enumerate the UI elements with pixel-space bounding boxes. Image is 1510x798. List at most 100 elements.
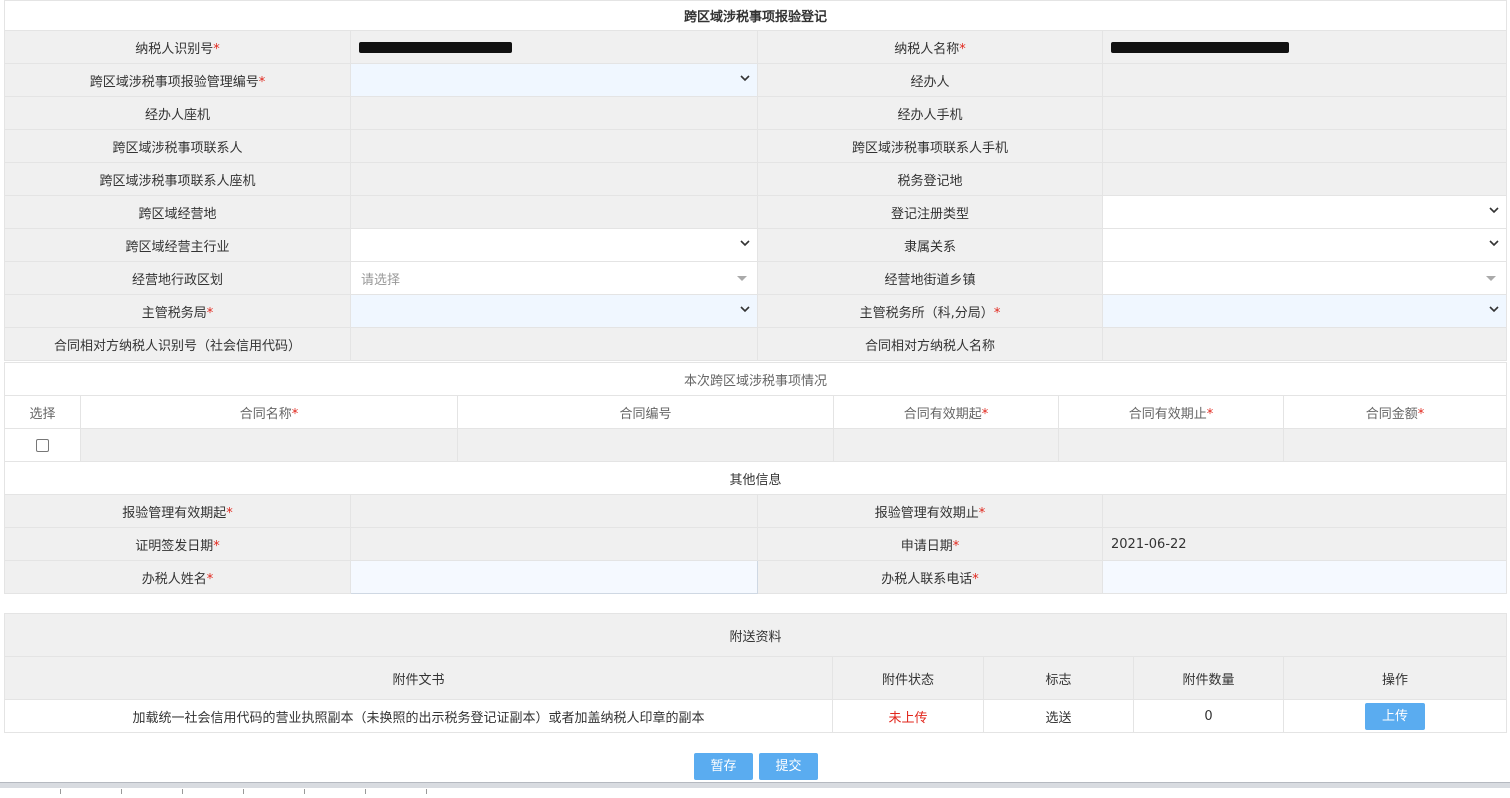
registration-form: 跨区域涉税事项报验登记 纳税人识别号* 纳税人名称* 跨区域涉税事项报验管理编号… bbox=[3, 0, 1508, 361]
other-info-table: 其他信息 报验管理有效期起* 报验管理有效期止* 证明签发日期* 申请日期* 2… bbox=[3, 461, 1508, 594]
taskbar-item[interactable] bbox=[0, 789, 61, 794]
contract-start-cell[interactable] bbox=[833, 428, 1059, 462]
taxpayer-name-label: 纳税人名称* bbox=[757, 30, 1103, 64]
status-badge: 未上传 bbox=[832, 699, 984, 733]
counterparty-name-value bbox=[1101, 327, 1508, 361]
contact-mobile-label: 跨区域涉税事项联系人手机 bbox=[757, 129, 1103, 163]
attachment-action-cell: 上传 bbox=[1282, 699, 1508, 733]
contact-mobile-value bbox=[1101, 129, 1508, 163]
doc-header: 附件文书 bbox=[4, 656, 833, 700]
chevron-down-icon bbox=[1489, 240, 1499, 247]
contract-end-cell[interactable] bbox=[1058, 428, 1284, 462]
management-number-label: 跨区域涉税事项报验管理编号* bbox=[4, 63, 351, 97]
tax-office-label: 主管税务所（科,分局）* bbox=[757, 294, 1103, 328]
tax-registration-place-value bbox=[1101, 162, 1508, 196]
table-row: 加载统一社会信用代码的营业执照副本（未换照的出示税务登记证副本）或者加盖纳税人印… bbox=[4, 699, 1508, 733]
taskbar-item[interactable] bbox=[366, 789, 427, 794]
redacted-mask bbox=[1111, 41, 1289, 53]
main-industry-label: 跨区域经营主行业 bbox=[4, 228, 351, 262]
handler-landline-value bbox=[350, 96, 758, 130]
agent-phone-label: 办税人联系电话* bbox=[757, 560, 1103, 594]
chevron-down-icon bbox=[740, 75, 750, 82]
affiliation-label: 隶属关系 bbox=[757, 228, 1103, 262]
affiliation-select[interactable] bbox=[1101, 228, 1508, 262]
issue-date-label: 证明签发日期* bbox=[4, 527, 351, 561]
caret-down-icon bbox=[1486, 276, 1497, 281]
tax-bureau-label: 主管税务局* bbox=[4, 294, 351, 328]
admin-division-select[interactable]: 请选择 bbox=[350, 261, 758, 295]
business-location-label: 跨区域经营地 bbox=[4, 195, 351, 229]
registration-type-select[interactable] bbox=[1101, 195, 1508, 229]
contract-amount-header: 合同金额* bbox=[1282, 395, 1508, 429]
contact-person-label: 跨区域涉税事项联系人 bbox=[4, 129, 351, 163]
contract-number-cell[interactable] bbox=[457, 428, 834, 462]
status-header: 附件状态 bbox=[832, 656, 984, 700]
count-header: 附件数量 bbox=[1133, 656, 1284, 700]
chevron-down-icon bbox=[740, 306, 750, 313]
contract-amount-cell[interactable] bbox=[1282, 428, 1508, 462]
taskbar-item[interactable] bbox=[305, 789, 366, 794]
contract-end-header: 合同有效期止* bbox=[1058, 395, 1284, 429]
registration-type-label: 登记注册类型 bbox=[757, 195, 1103, 229]
taskbar-item[interactable] bbox=[183, 789, 244, 794]
save-draft-button[interactable]: 暂存 bbox=[694, 753, 753, 780]
other-section-title: 其他信息 bbox=[3, 461, 1508, 495]
caret-down-icon bbox=[737, 276, 747, 281]
row-select-cell bbox=[4, 428, 81, 462]
validity-end-label: 报验管理有效期止* bbox=[757, 494, 1103, 528]
counterparty-id-value bbox=[350, 327, 758, 361]
redacted-mask bbox=[359, 41, 512, 53]
contract-start-header: 合同有效期起* bbox=[833, 395, 1059, 429]
taskbar-item[interactable] bbox=[122, 789, 183, 794]
action-header: 操作 bbox=[1282, 656, 1508, 700]
validity-start-label: 报验管理有效期起* bbox=[4, 494, 351, 528]
flag-header: 标志 bbox=[983, 656, 1134, 700]
validity-end-value bbox=[1101, 494, 1508, 528]
tax-registration-place-label: 税务登记地 bbox=[757, 162, 1103, 196]
form-title: 跨区域涉税事项报验登记 bbox=[3, 0, 1508, 31]
apply-date-label: 申请日期* bbox=[757, 527, 1103, 561]
submit-button[interactable]: 提交 bbox=[759, 753, 818, 780]
street-town-select[interactable] bbox=[1101, 261, 1508, 295]
row-checkbox[interactable] bbox=[36, 438, 49, 452]
attachments-section-title: 附送资料 bbox=[3, 613, 1508, 657]
tax-office-select[interactable] bbox=[1101, 294, 1508, 328]
contract-name-cell[interactable] bbox=[80, 428, 458, 462]
contract-name-header: 合同名称* bbox=[80, 395, 458, 429]
main-industry-select[interactable] bbox=[350, 228, 758, 262]
apply-date-value: 2021-06-22 bbox=[1101, 527, 1508, 561]
chevron-down-icon bbox=[740, 240, 750, 247]
taxpayer-id-value bbox=[350, 30, 758, 64]
taskbar-item[interactable] bbox=[61, 789, 122, 794]
contact-landline-value bbox=[350, 162, 758, 196]
handler-mobile-label: 经办人手机 bbox=[757, 96, 1103, 130]
attachment-doc-name: 加载统一社会信用代码的营业执照副本（未换照的出示税务登记证副本）或者加盖纳税人印… bbox=[4, 699, 833, 733]
business-location-value bbox=[350, 195, 758, 229]
counterparty-id-label: 合同相对方纳税人识别号（社会信用代码） bbox=[4, 327, 351, 361]
chevron-down-icon bbox=[1489, 306, 1499, 313]
handler-value bbox=[1101, 63, 1508, 97]
select-header: 选择 bbox=[4, 395, 81, 429]
street-town-label: 经营地街道乡镇 bbox=[757, 261, 1103, 295]
tax-bureau-select[interactable] bbox=[350, 294, 758, 328]
attachments-table: 附送资料 附件文书 附件状态 标志 附件数量 操作 加载统一社会信用代码的营业执… bbox=[3, 613, 1508, 733]
admin-division-label: 经营地行政区划 bbox=[4, 261, 351, 295]
validity-start-value bbox=[350, 494, 758, 528]
issue-date-value bbox=[350, 527, 758, 561]
management-number-select[interactable] bbox=[350, 63, 758, 97]
taxpayer-name-value bbox=[1101, 30, 1508, 64]
upload-button[interactable]: 上传 bbox=[1365, 702, 1426, 730]
contracts-section-title: 本次跨区域涉税事项情况 bbox=[3, 362, 1508, 396]
contracts-table: 本次跨区域涉税事项情况 选择 合同名称* 合同编号 合同有效期起* 合同有效期止… bbox=[3, 362, 1508, 462]
taskbar-item[interactable] bbox=[244, 789, 305, 794]
contract-number-header: 合同编号 bbox=[457, 395, 834, 429]
contact-person-value bbox=[350, 129, 758, 163]
attachment-count: 0 bbox=[1133, 699, 1284, 733]
contact-landline-label: 跨区域涉税事项联系人座机 bbox=[4, 162, 351, 196]
agent-name-input[interactable] bbox=[350, 560, 758, 594]
table-row bbox=[4, 428, 1508, 462]
chevron-down-icon bbox=[1489, 207, 1499, 214]
form-actions: 暂存 提交 bbox=[694, 753, 824, 780]
agent-phone-input[interactable] bbox=[1101, 560, 1508, 594]
handler-mobile-value bbox=[1101, 96, 1508, 130]
